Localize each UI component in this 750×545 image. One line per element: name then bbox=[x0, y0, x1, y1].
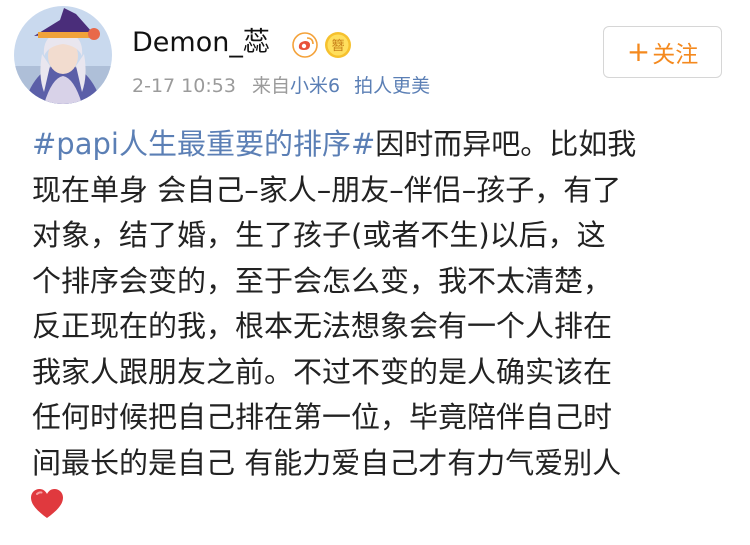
post-line: 现在单身 会自己–家人–朋友–伴侣–孩子，有了 bbox=[32, 172, 622, 207]
post-line: 我家人跟朋友之前。不过不变的是人确实该在 bbox=[32, 354, 613, 389]
post-meta: 2-17 10:53 来自小米6 拍人更美 bbox=[132, 73, 430, 99]
topic-link[interactable]: #papi人生最重要的排序# bbox=[32, 127, 375, 161]
vip-badge-icon: 簪 bbox=[324, 31, 352, 59]
post-line: 对象，结了婚，生了孩子(或者不生)以后，这 bbox=[32, 218, 606, 252]
post-content: #papi人生最重要的排序#因时而异吧。比如我 现在单身 会自己–家人–朋友–伴… bbox=[32, 122, 732, 486]
follow-button[interactable]: + 关注 bbox=[603, 26, 722, 78]
post-line: 个排序会变的，至于会怎么变，我不太清楚， bbox=[32, 263, 613, 298]
username[interactable]: Demon_蕊 bbox=[132, 26, 270, 60]
post-line: 反正现在的我，根本无法想象会有一个人排在 bbox=[32, 309, 613, 343]
post-line: 间最长的是自己 有能力爱自己才有力气爱别人 bbox=[32, 445, 622, 480]
svg-text:簪: 簪 bbox=[331, 38, 344, 54]
avatar[interactable] bbox=[14, 6, 112, 104]
post-text: 因时而异吧。比如我 bbox=[375, 127, 637, 161]
weibo-logo-icon bbox=[292, 32, 318, 58]
post-time: 2-17 10:53 bbox=[132, 75, 236, 97]
from-label: 来自 bbox=[251, 75, 290, 97]
plus-icon: + bbox=[626, 35, 651, 68]
source-link[interactable]: 小米6 bbox=[290, 75, 340, 97]
post-line: #papi人生最重要的排序#因时而异吧。比如我 bbox=[32, 122, 732, 168]
source-suffix[interactable]: 拍人更美 bbox=[354, 75, 430, 97]
follow-label: 关注 bbox=[652, 42, 699, 68]
red-heart-icon bbox=[30, 488, 64, 520]
post-line: 任何时候把自己排在第一位，毕竟陪伴自己时 bbox=[32, 400, 613, 434]
